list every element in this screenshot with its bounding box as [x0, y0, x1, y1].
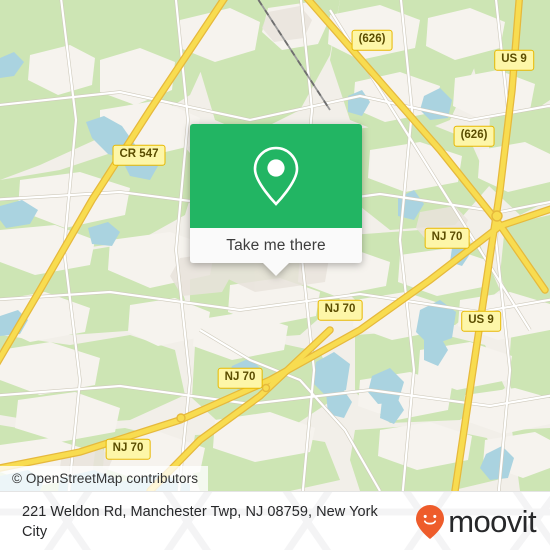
road-shield: CR 547	[112, 144, 166, 166]
road-shield: NJ 70	[424, 227, 470, 249]
map-canvas[interactable]: (626) US 9 (626) CR 547 NJ 70 NJ 70 US 9…	[0, 0, 550, 491]
address-text: 221 Weldon Rd, Manchester Twp, NJ 08759,…	[22, 503, 378, 540]
road-shield: (626)	[351, 29, 393, 51]
take-me-there-label: Take me there	[226, 236, 326, 254]
moovit-logo[interactable]: moovit	[415, 504, 537, 540]
road-shield: NJ 70	[105, 438, 151, 460]
road-shield: US 9	[461, 310, 501, 332]
moovit-pin-icon	[416, 504, 445, 539]
footer-content: 221 Weldon Rd, Manchester Twp, NJ 08759,…	[0, 492, 550, 550]
road-shield: NJ 70	[317, 299, 363, 321]
map-pin-icon	[253, 146, 299, 206]
location-popup-card[interactable]: Take me there	[190, 124, 362, 276]
moovit-wordmark: moovit	[448, 504, 536, 539]
popup-pointer-tail	[263, 263, 289, 276]
popup-icon-panel	[190, 124, 362, 228]
moovit-map-screenshot: (626) US 9 (626) CR 547 NJ 70 NJ 70 US 9…	[0, 0, 550, 550]
popup-action-panel[interactable]: Take me there	[190, 228, 362, 276]
road-shield: US 9	[494, 49, 534, 71]
road-shield: NJ 70	[217, 367, 263, 389]
road-shield: (626)	[453, 125, 495, 147]
footer-bar: 221 Weldon Rd, Manchester Twp, NJ 08759,…	[0, 491, 550, 550]
osm-attribution[interactable]: © OpenStreetMap contributors	[0, 466, 209, 491]
